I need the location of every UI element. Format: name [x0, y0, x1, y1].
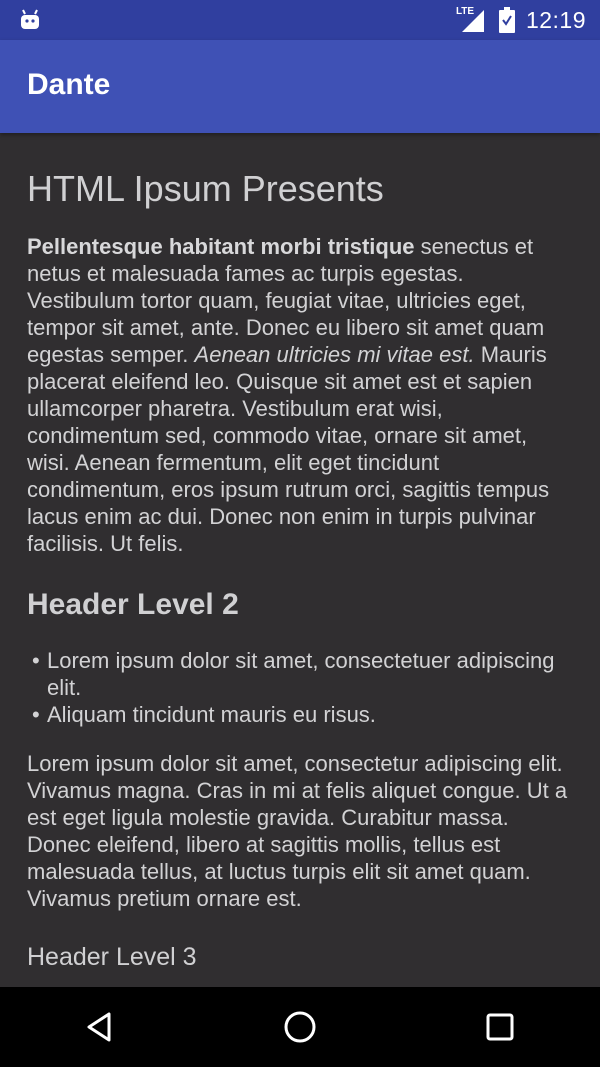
app-bar: Dante: [0, 40, 600, 133]
paragraph-1-text-b: Mauris placerat eleifend leo. Quisque si…: [27, 342, 550, 556]
navigation-bar: [0, 987, 600, 1067]
back-button[interactable]: [70, 997, 130, 1057]
battery-icon: [498, 6, 516, 34]
back-icon: [87, 1012, 111, 1042]
paragraph-1: Pellentesque habitant morbi tristique se…: [27, 233, 573, 557]
header-level-2: Header Level 2: [27, 588, 239, 621]
list-item-text: Aliquam tincidunt mauris eu risus.: [47, 702, 376, 727]
recents-icon: [486, 1013, 514, 1041]
paragraph-2: Lorem ipsum dolor sit amet, consectetur …: [27, 751, 568, 911]
status-bar: LTE 12:19: [0, 0, 600, 40]
list-bullet: •: [32, 702, 40, 727]
status-time: 12:19: [525, 6, 586, 33]
paragraph-1-bold: Pellentesque habitant morbi tristique: [27, 234, 415, 259]
home-button[interactable]: [270, 997, 330, 1057]
bullet-list: • Lorem ipsum dolor sit amet, consectetue…: [27, 647, 573, 728]
article-title: HTML Ipsum Presents: [27, 168, 384, 209]
android-icon: [18, 8, 42, 32]
list-bullet: •: [32, 648, 40, 673]
status-icons: LTE 12:19: [456, 0, 586, 40]
article-content[interactable]: HTML Ipsum Presents Pellentesque habitan…: [0, 133, 600, 987]
list-item-text: Lorem ipsum dolor sit amet, consectetuer…: [47, 648, 555, 700]
app-title: Dante: [27, 68, 111, 101]
list-item: • Aliquam tincidunt mauris eu risus.: [27, 701, 573, 728]
header-level-3: Header Level 3: [27, 943, 197, 971]
recents-button[interactable]: [470, 997, 530, 1057]
list-item: • Lorem ipsum dolor sit amet, consectetue…: [27, 647, 573, 701]
signal-icon: LTE: [456, 6, 488, 34]
paragraph-1-italic: Aenean ultricies mi vitae est.: [194, 342, 475, 367]
home-icon: [284, 1011, 316, 1043]
